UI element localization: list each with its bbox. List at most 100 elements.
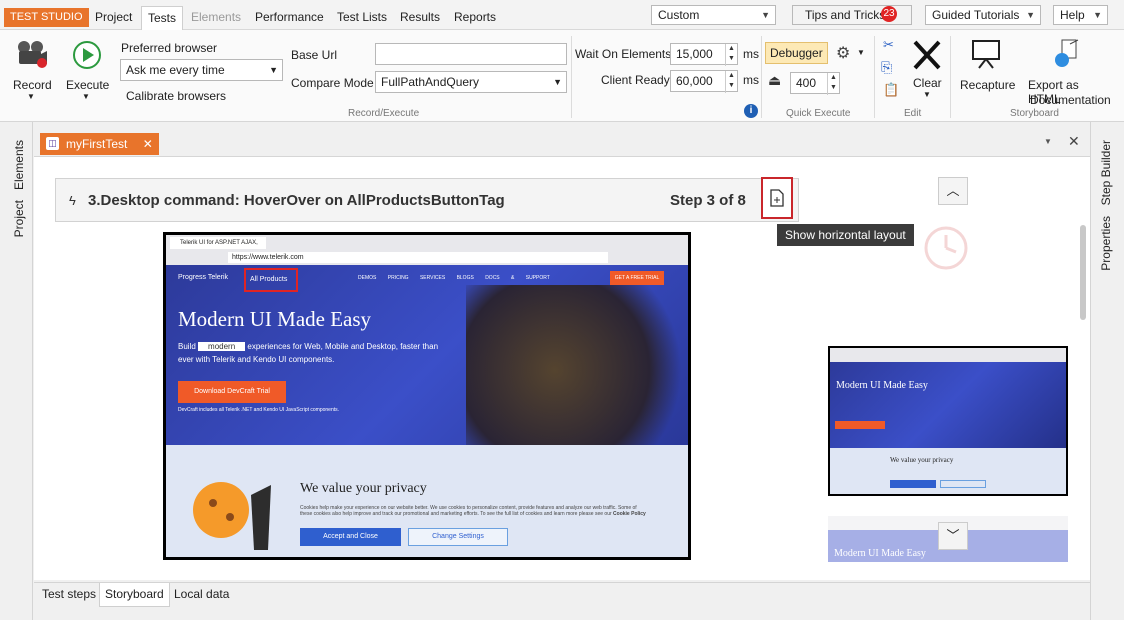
guided-tutorials-select[interactable]: Guided Tutorials ▼ <box>925 5 1041 25</box>
site-subline-2: ever with Telerik and Kendo UI component… <box>178 355 335 364</box>
step-icon: ⏏ <box>768 72 782 88</box>
tab-project[interactable]: Project <box>95 6 132 30</box>
site-trial-button: GET A FREE TRIAL <box>610 271 664 285</box>
info-icon[interactable]: i <box>744 104 758 118</box>
thumb-headline: Modern UI Made Easy <box>836 380 928 391</box>
tab-test-lists[interactable]: Test Lists <box>337 6 387 30</box>
clear-button[interactable]: Clear ▼ <box>908 38 946 100</box>
rail-elements[interactable]: Elements <box>12 140 26 190</box>
record-label: Record <box>13 78 52 92</box>
ms-unit: ms <box>743 47 759 61</box>
chevron-down-icon: ▼ <box>923 90 931 99</box>
tooltip: Show horizontal layout <box>777 224 914 246</box>
copy-icon[interactable]: ⎘ <box>881 59 892 76</box>
horizontal-layout-button[interactable] <box>761 177 793 219</box>
chevron-down-icon[interactable]: ▼ <box>857 48 865 57</box>
tips-count-badge: 23 <box>881 6 897 22</box>
browser-select-value: Ask me every time <box>126 63 225 77</box>
rail-properties[interactable]: Properties <box>1099 216 1113 271</box>
all-products-highlight: All Products <box>244 268 298 292</box>
browser-chrome: Telerik UI for ASP.NET AJAX, M... https:… <box>166 235 688 265</box>
gear-icon[interactable]: ⚙ <box>836 43 850 63</box>
recapture-button[interactable]: Recapture <box>958 38 1015 94</box>
browser-tab: Telerik UI for ASP.NET AJAX, M... <box>170 237 266 249</box>
menu-bar: TEST STUDIO Project Tests Elements Perfo… <box>0 0 1124 30</box>
help-label: Help <box>1060 8 1085 22</box>
site-download-button: Download DevCraft Trial <box>178 381 286 403</box>
export-html-button[interactable]: Export as HTML Documentation <box>1026 38 1112 108</box>
step-title: 3.Desktop command: HoverOver on AllProdu… <box>88 192 505 209</box>
step-counter: Step 3 of 8 <box>670 192 746 209</box>
ribbon-divider <box>571 36 572 118</box>
chevron-up-icon: ︿ <box>946 183 960 198</box>
clear-x-icon <box>913 40 941 70</box>
rail-project[interactable]: Project <box>12 200 26 237</box>
tab-performance[interactable]: Performance <box>255 6 324 30</box>
close-panel-icon[interactable]: ✕ <box>1068 133 1080 150</box>
lightning-icon: ϟ <box>69 193 76 208</box>
tab-reports[interactable]: Reports <box>454 6 496 30</box>
stepper-arrows[interactable]: ▲ ▼ <box>725 71 737 93</box>
accept-close-button: Accept and Close <box>300 528 401 546</box>
record-button[interactable]: Record ▼ <box>10 38 52 104</box>
thumb-browser-chrome <box>830 348 1066 362</box>
tab-results[interactable]: Results <box>400 6 440 30</box>
preferred-browser-label: Preferred browser <box>121 41 218 55</box>
base-url-label: Base Url <box>291 48 338 62</box>
cookie-illustration <box>193 482 271 550</box>
thumb-headline: Modern UI Made Easy <box>834 548 926 559</box>
layout-select-value: Custom <box>658 8 700 22</box>
scroll-up-button[interactable]: ︿ <box>938 177 968 205</box>
client-ready-value: 60,000 <box>676 74 713 88</box>
compare-mode-select[interactable]: FullPathAndQuery ▼ <box>375 71 567 93</box>
history-icon <box>918 222 978 280</box>
client-ready-input[interactable]: 60,000 ▲ ▼ <box>670 70 738 93</box>
tab-test-steps[interactable]: Test steps <box>37 583 101 607</box>
cut-icon[interactable]: ✂ <box>883 37 894 53</box>
privacy-body: Cookies help make your experience on our… <box>300 505 637 517</box>
doc-tab-myfirsttest[interactable]: ◫ myFirstTest ✕ <box>40 133 159 155</box>
execute-label: Execute <box>66 78 110 92</box>
browser-select[interactable]: Ask me every time ▼ <box>120 59 283 81</box>
chevron-down-icon: ▼ <box>553 77 562 87</box>
wait-on-elements-input[interactable]: 15,000 ▲ ▼ <box>670 43 738 66</box>
site-logo: Progress Telerik <box>178 274 229 281</box>
privacy-cookie-policy: Cookie Policy <box>613 511 646 517</box>
quick-execute-input[interactable]: 400 ▲ ▼ <box>790 72 840 95</box>
help-select[interactable]: Help ▼ <box>1053 5 1108 25</box>
thumb-privacy: We value your privacy <box>830 448 1066 494</box>
stepper-arrows[interactable]: ▲ ▼ <box>827 73 839 95</box>
site-nav: DEMOS PRICING SERVICES BLOGS DOCS & SUPP… <box>358 275 550 281</box>
thumb-privacy-title: We value your privacy <box>890 456 954 464</box>
group-edit-label: Edit <box>904 108 922 119</box>
storyboard-thumbnail[interactable]: Modern UI Made Easy We value your privac… <box>828 346 1068 496</box>
app-brand: TEST STUDIO <box>4 8 89 27</box>
debugger-toggle[interactable]: Debugger <box>765 42 828 64</box>
chevron-down-icon: ▼ <box>761 10 770 20</box>
quick-execute-value: 400 <box>796 76 817 90</box>
document-tabbar <box>34 130 1090 156</box>
layout-select[interactable]: Custom ▼ <box>651 5 776 25</box>
tab-list-icon[interactable]: ▼ <box>1044 137 1052 146</box>
rail-step-builder[interactable]: Step Builder <box>1099 140 1113 205</box>
calibrate-browsers-button[interactable]: Calibrate browsers <box>126 89 226 103</box>
camera-record-icon <box>18 41 47 68</box>
tab-tests[interactable]: Tests <box>141 6 184 30</box>
export-label-2: Documentation <box>1030 93 1111 107</box>
clear-label: Clear <box>913 76 942 90</box>
tab-elements[interactable]: Elements <box>191 6 241 30</box>
tab-storyboard[interactable]: Storyboard <box>99 583 170 607</box>
stepper-arrows[interactable]: ▲ ▼ <box>725 44 737 66</box>
execute-button[interactable]: Execute ▼ <box>64 38 110 104</box>
base-url-input[interactable] <box>375 43 567 65</box>
close-icon[interactable]: ✕ <box>143 137 153 151</box>
site-sub-build: Build <box>178 342 196 351</box>
scroll-down-button[interactable]: ﹀ <box>938 522 968 550</box>
hero-photo <box>466 285 688 455</box>
paste-icon[interactable]: 📋 <box>883 82 899 98</box>
tab-local-data[interactable]: Local data <box>169 583 234 607</box>
site-headline: Modern UI Made Easy <box>178 307 372 331</box>
test-file-icon: ◫ <box>46 137 59 150</box>
vertical-scrollbar[interactable] <box>1080 225 1086 320</box>
group-quick-execute-label: Quick Execute <box>786 108 851 119</box>
